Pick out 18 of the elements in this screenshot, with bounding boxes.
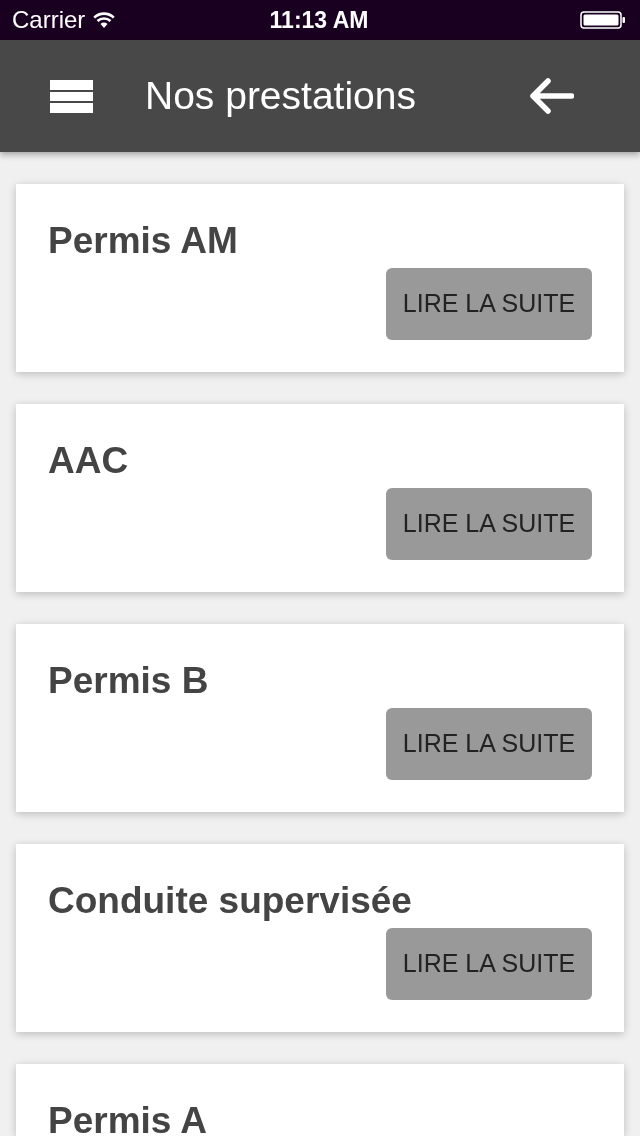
- battery-icon: [580, 11, 626, 29]
- menu-icon: [50, 79, 93, 113]
- service-title: Permis A: [48, 1100, 209, 1136]
- back-button[interactable]: [530, 78, 574, 114]
- menu-button[interactable]: [50, 79, 93, 113]
- service-title: AAC: [48, 440, 130, 482]
- page-title: Nos prestations: [145, 73, 417, 119]
- carrier-name: Carrier: [12, 5, 86, 35]
- read-more-button[interactable]: LIRE LA SUITE: [386, 268, 592, 340]
- back-arrow-icon: [530, 78, 574, 114]
- service-title: Conduite supervisée: [48, 880, 413, 922]
- wifi-icon: [93, 12, 116, 28]
- status-time: 11:13 AM: [269, 5, 369, 35]
- read-more-button[interactable]: LIRE LA SUITE: [386, 928, 592, 1000]
- service-title: Permis B: [48, 660, 210, 702]
- read-more-button[interactable]: LIRE LA SUITE: [386, 708, 592, 780]
- service-title: Permis AM: [48, 220, 239, 262]
- read-more-button[interactable]: LIRE LA SUITE: [386, 488, 592, 560]
